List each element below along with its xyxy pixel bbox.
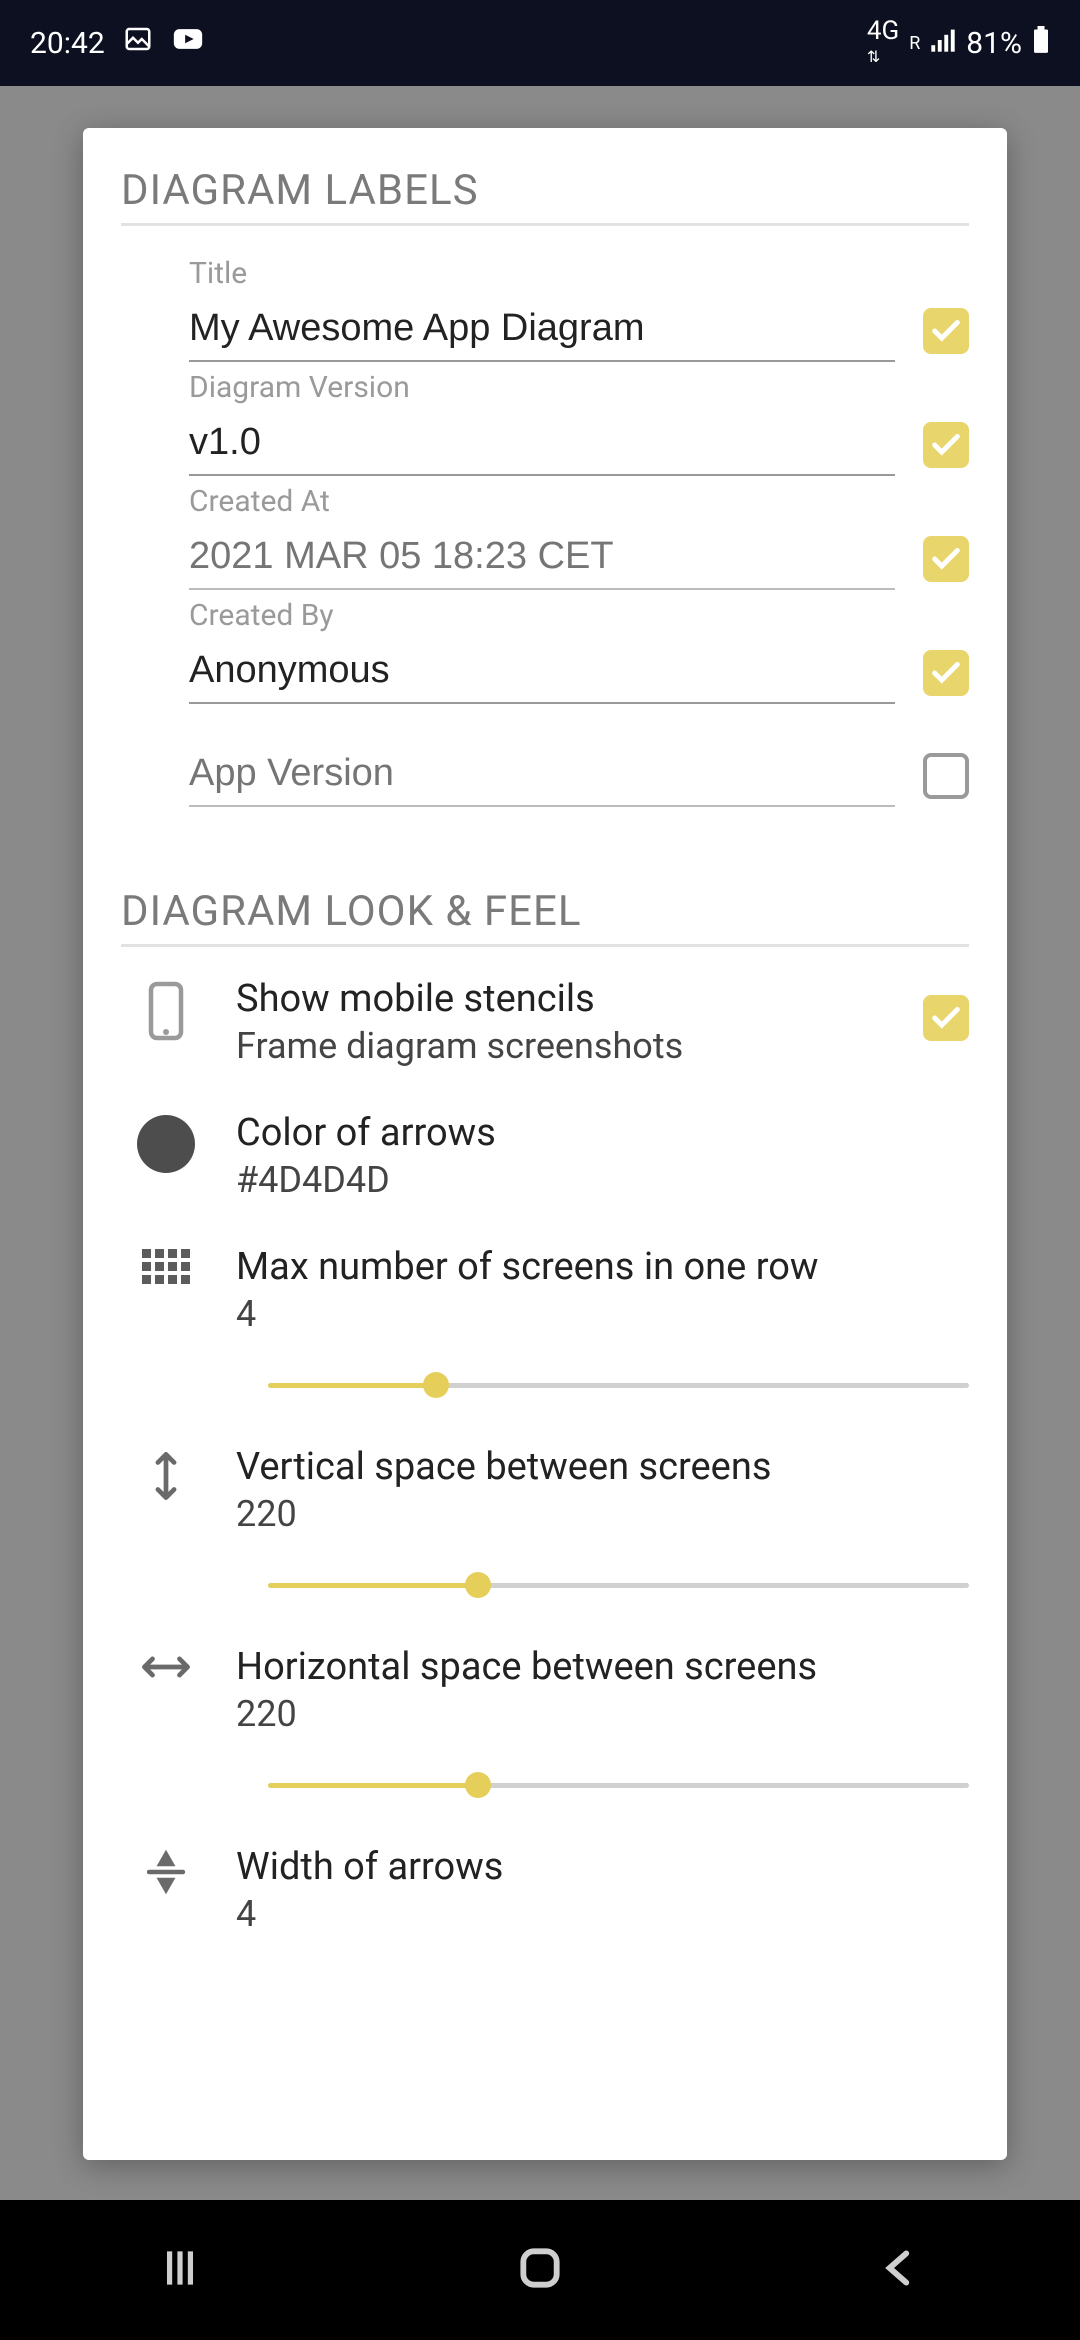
version-label: Diagram Version [189,370,895,405]
arrowwidth-value: 4 [236,1893,969,1935]
vspace-row: Vertical space between screens 220 [121,1445,969,1605]
phone-icon [144,981,188,1045]
appversion-checkbox[interactable] [923,753,969,799]
status-time: 20:42 [30,26,105,61]
hspace-slider[interactable] [268,1765,969,1805]
title-input[interactable] [189,297,895,362]
createdby-checkbox[interactable] [923,650,969,696]
section-look-feel: DIAGRAM LOOK & FEEL [121,887,969,947]
stencils-checkbox[interactable] [923,995,969,1041]
status-bar: 20:42 4G⇅ R 81% [0,0,1080,86]
vspace-value: 220 [236,1493,969,1535]
createdat-label: Created At [189,484,895,519]
image-icon [123,24,153,62]
hspace-value: 220 [236,1693,969,1735]
settings-dialog: DIAGRAM LABELS Title Diagram Version Cre… [83,128,1007,2160]
arrowwidth-title: Width of arrows [236,1845,969,1889]
version-input[interactable] [189,411,895,476]
arrowwidth-row: Width of arrows 4 [121,1845,969,1935]
back-button[interactable] [875,2243,925,2297]
title-label: Title [189,256,895,291]
recents-button[interactable] [155,2243,205,2297]
maxscreens-value: 4 [236,1293,969,1335]
youtube-icon [171,22,205,64]
version-checkbox[interactable] [923,422,969,468]
createdby-label: Created By [189,598,895,633]
arrowcolor-title: Color of arrows [236,1111,969,1155]
section-diagram-labels: DIAGRAM LABELS [121,166,969,226]
createdby-input[interactable] [189,639,895,704]
hspace-row: Horizontal space between screens 220 [121,1645,969,1805]
stencils-row[interactable]: Show mobile stencils Frame diagram scree… [121,977,969,1067]
grid-icon [142,1249,190,1284]
appversion-input[interactable] [189,742,895,807]
home-button[interactable] [515,2243,565,2297]
color-swatch-icon [137,1115,195,1173]
stencils-title: Show mobile stencils [236,977,883,1021]
stencils-sub: Frame diagram screenshots [236,1025,883,1067]
arrow-width-icon [143,1849,189,1899]
horizontal-arrows-icon [139,1649,193,1689]
android-nav-bar [0,2200,1080,2340]
battery-percent: 81% [966,26,1022,61]
arrowcolor-row[interactable]: Color of arrows #4D4D4D [121,1111,969,1201]
maxscreens-row: Max number of screens in one row 4 [121,1245,969,1405]
hspace-title: Horizontal space between screens [236,1645,969,1689]
battery-icon [1032,26,1050,61]
arrowcolor-value: #4D4D4D [236,1159,969,1201]
title-checkbox[interactable] [923,308,969,354]
maxscreens-slider[interactable] [268,1365,969,1405]
createdat-input[interactable] [189,525,895,590]
maxscreens-title: Max number of screens in one row [236,1245,969,1289]
signal-icon [930,27,956,60]
vspace-slider[interactable] [268,1565,969,1605]
createdat-checkbox[interactable] [923,536,969,582]
vertical-arrows-icon [148,1449,184,1507]
vspace-title: Vertical space between screens [236,1445,969,1489]
